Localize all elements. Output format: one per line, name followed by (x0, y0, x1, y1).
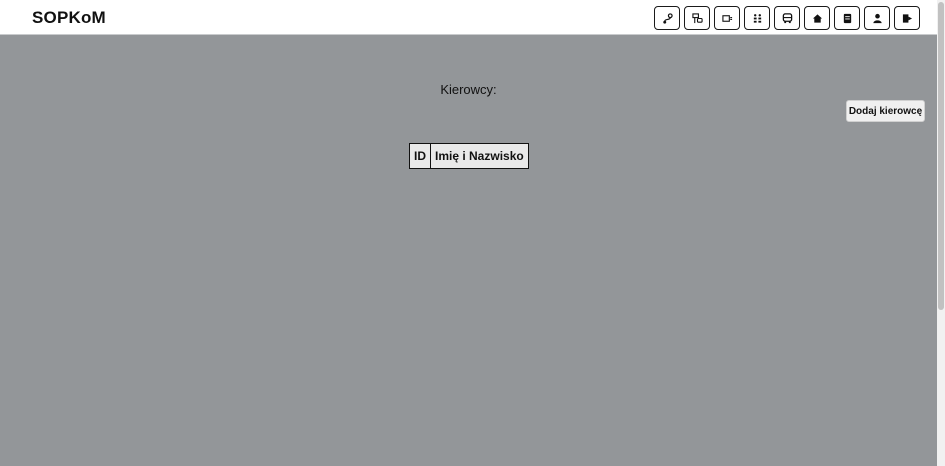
bus-icon (782, 12, 792, 23)
top-navbar: SOPKoM (0, 0, 937, 35)
user-icon (872, 13, 882, 23)
nav-home-button[interactable] (804, 6, 830, 30)
vertical-scrollbar[interactable] (937, 0, 945, 466)
column-header-name[interactable]: Imię i Nazwisko (430, 143, 529, 169)
table-header-row: ID Imię i Nazwisko (409, 143, 529, 169)
nav-bus-button[interactable] (774, 6, 800, 30)
brand-logo[interactable]: SOPKoM (32, 8, 106, 28)
nav-route-button[interactable] (654, 6, 680, 30)
page-title: Kierowcy: (440, 82, 497, 97)
nav-documents-button[interactable] (834, 6, 860, 30)
route-icon (662, 12, 673, 24)
drivers-table: ID Imię i Nazwisko (409, 143, 529, 169)
bus-stop-sign-icon (691, 12, 703, 23)
nav-buttons (654, 6, 920, 30)
add-driver-button[interactable]: Dodaj kierowcę (846, 100, 925, 122)
users-schedule-icon (753, 13, 761, 23)
nav-profile-button[interactable] (864, 6, 890, 30)
nav-bus-stop-button[interactable] (684, 6, 710, 30)
scrollbar-thumb[interactable] (938, 2, 944, 310)
vehicle-icon (721, 14, 732, 22)
column-header-id[interactable]: ID (409, 143, 431, 169)
document-icon (843, 13, 851, 23)
nav-logout-button[interactable] (894, 6, 920, 30)
logout-icon (902, 13, 912, 23)
nav-schedule-button[interactable] (744, 6, 770, 30)
nav-vehicle-button[interactable] (714, 6, 740, 30)
home-icon (812, 13, 822, 23)
